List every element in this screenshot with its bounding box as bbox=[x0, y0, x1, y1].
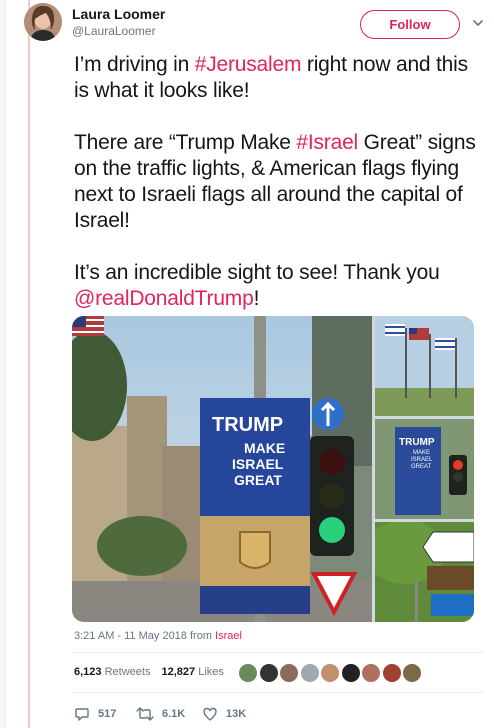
photo-thumb-flags[interactable] bbox=[375, 316, 474, 416]
display-name[interactable]: Laura Loomer bbox=[72, 6, 165, 23]
liker-avatar[interactable] bbox=[258, 663, 279, 683]
retweets-stat[interactable]: 6,123 Retweets bbox=[74, 666, 150, 678]
tweet-timestamp[interactable]: 3:21 AM - 11 May 2018 from Israel bbox=[74, 630, 242, 642]
sign-line-4: GREAT bbox=[234, 472, 282, 488]
reply-count: 517 bbox=[98, 708, 117, 720]
user-handle[interactable]: @LauraLoomer bbox=[72, 23, 165, 39]
thumb-sign-line-4: GREAT bbox=[411, 464, 432, 470]
photo-thumb-sign[interactable]: TRUMP MAKE ISRAEL GREAT bbox=[375, 419, 474, 519]
liker-avatar[interactable] bbox=[320, 663, 340, 683]
tweet-stats: 6,123 Retweets 12,827 Likes bbox=[74, 666, 224, 678]
photo-main[interactable]: TRUMP MAKE ISRAEL GREAT bbox=[72, 316, 372, 622]
hashtag-israel[interactable]: #Israel bbox=[296, 131, 358, 154]
avatar[interactable] bbox=[24, 3, 62, 41]
author-names[interactable]: Laura Loomer @LauraLoomer bbox=[72, 6, 165, 39]
reply-button[interactable]: 517 bbox=[74, 704, 116, 724]
liker-avatar[interactable] bbox=[299, 663, 320, 683]
heart-icon bbox=[203, 707, 217, 721]
sign-line-1: TRUMP bbox=[212, 414, 283, 436]
divider bbox=[72, 652, 484, 653]
mention-realdonaldtrump[interactable]: @realDonaldTrump bbox=[74, 287, 254, 310]
liker-avatar[interactable] bbox=[340, 663, 361, 683]
retweet-icon bbox=[136, 707, 154, 721]
divider bbox=[72, 692, 484, 693]
liker-avatar[interactable] bbox=[361, 663, 381, 683]
tweet-header: Laura Loomer @LauraLoomer Follow bbox=[24, 3, 484, 43]
like-button[interactable]: 13K bbox=[202, 704, 246, 724]
follow-button[interactable]: Follow bbox=[360, 10, 460, 39]
thumb-sign-line-3: ISRAEL bbox=[411, 457, 433, 463]
photo-thumb-street-sign[interactable] bbox=[375, 522, 474, 622]
liker-avatar[interactable] bbox=[381, 663, 402, 683]
tweet-paragraph-3: It’s an incredible sight to see! Thank y… bbox=[74, 261, 440, 310]
likes-stat[interactable]: 12,827 Likes bbox=[162, 666, 224, 678]
tweet-paragraph-1: I’m driving in #Jerusalem right now and … bbox=[74, 53, 468, 102]
thumb-sign-line-2: MAKE bbox=[413, 450, 430, 456]
tweet-actions: 517 6.1K 13K bbox=[74, 704, 374, 724]
retweet-button[interactable]: 6.1K bbox=[136, 704, 185, 724]
liker-avatar[interactable] bbox=[279, 663, 299, 683]
retweet-count: 6.1K bbox=[162, 708, 186, 720]
tweet-text: I’m driving in #Jerusalem right now and … bbox=[74, 52, 484, 312]
sign-line-3: ISRAEL bbox=[232, 456, 284, 472]
liker-avatar[interactable] bbox=[402, 663, 422, 683]
liker-avatar[interactable] bbox=[238, 663, 258, 683]
sign-line-2: MAKE bbox=[244, 440, 285, 456]
hashtag-jerusalem[interactable]: #Jerusalem bbox=[195, 53, 302, 76]
tweet-paragraph-2: There are “Trump Make #Israel Great” sig… bbox=[74, 131, 476, 232]
reply-icon bbox=[75, 708, 89, 721]
chevron-down-icon[interactable] bbox=[470, 15, 486, 31]
thumb-sign-line-1: TRUMP bbox=[399, 437, 435, 448]
tweet-card: Laura Loomer @LauraLoomer Follow I’m dri… bbox=[0, 0, 494, 728]
like-count: 13K bbox=[226, 708, 247, 720]
media-grid: TRUMP MAKE ISRAEL GREAT TRUMP MAKE ISRAE… bbox=[72, 316, 474, 622]
location-link[interactable]: Israel bbox=[215, 630, 242, 642]
